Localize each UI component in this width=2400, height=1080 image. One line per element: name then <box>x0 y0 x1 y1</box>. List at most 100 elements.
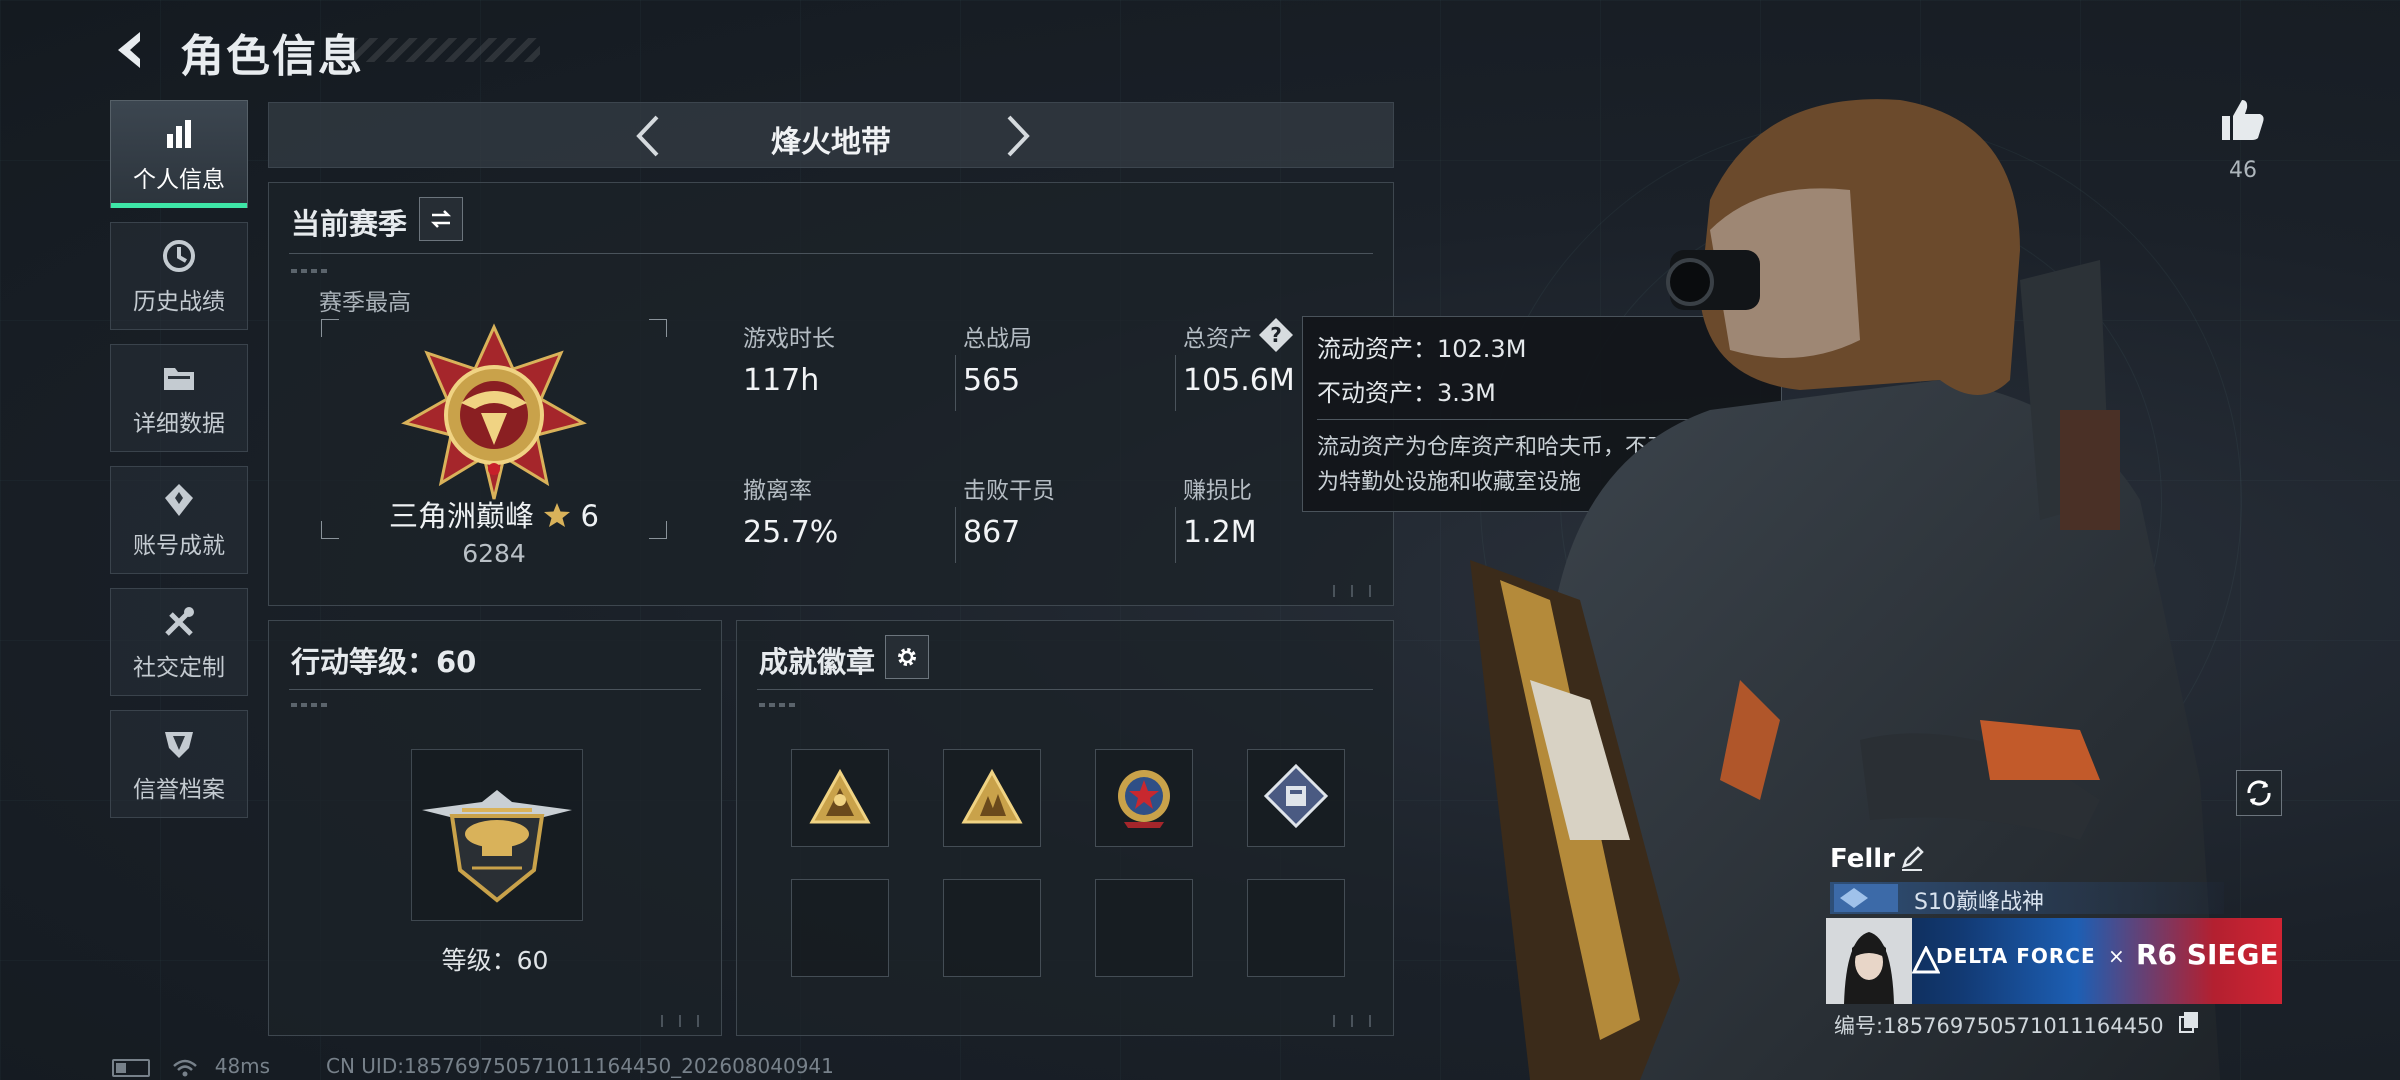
stat-operators-defeated: 击败干员 867 <box>963 471 1055 550</box>
badge-diamond-icon <box>1263 763 1329 829</box>
bar-chart-icon <box>167 120 191 148</box>
tick-deco <box>291 269 331 273</box>
level-panel: 行动等级：60 等级：60 <box>268 620 722 1036</box>
sidebar-item-label: 历史战绩 <box>133 289 225 315</box>
divider <box>955 507 956 563</box>
sidebar: 个人信息 历史战绩 详细数据 账号成就 社交定制 信誉档案 <box>110 100 250 832</box>
divider <box>289 689 701 690</box>
rank-stars: 6 <box>580 499 599 533</box>
tick-deco <box>759 703 799 707</box>
rank-name-text: 三角洲巅峰 <box>389 499 535 533</box>
divider <box>1175 355 1176 411</box>
like-count: 46 <box>2229 158 2257 183</box>
stat-play-time: 游戏时长 117h <box>743 319 835 398</box>
badge-slot-empty[interactable] <box>1095 879 1193 977</box>
card-brand-siege: R6 SIEGE <box>2136 938 2279 971</box>
title-emblem-icon <box>1834 884 1898 912</box>
corner-deco <box>655 1015 711 1027</box>
stat-label: 赚损比 <box>1183 478 1252 504</box>
divider <box>757 689 1373 690</box>
card-cross: × <box>2108 944 2125 968</box>
player-title-strip: S10巅峰战神 <box>1830 882 2224 915</box>
stat-total-matches: 总战局 565 <box>963 319 1032 398</box>
status-bar: 48ms <box>112 1054 270 1078</box>
achievement-icon <box>165 484 193 516</box>
rank-score: 6284 <box>462 539 526 568</box>
badge-triangle-team-icon <box>961 768 1023 824</box>
ping-value: 48ms <box>214 1054 271 1078</box>
player-id: 编号:185769750571011164450 <box>1834 1014 2164 1038</box>
sidebar-item-label: 详细数据 <box>133 411 225 437</box>
svg-text:?: ? <box>1270 323 1282 347</box>
copy-icon[interactable] <box>2178 1010 2200 1034</box>
divider <box>1175 507 1176 563</box>
badge-slot[interactable] <box>943 749 1041 847</box>
divider <box>289 253 1373 254</box>
stat-extraction-rate: 撤离率 25.7% <box>743 471 838 550</box>
refresh-button[interactable] <box>2236 770 2282 816</box>
season-switch-button[interactable] <box>419 197 463 241</box>
clock-icon <box>163 240 195 272</box>
uid-text: CN UID:185769750571011164450_20260804094… <box>326 1054 834 1078</box>
avatar[interactable] <box>1826 918 1912 1004</box>
help-icon[interactable]: ? <box>1258 317 1294 353</box>
tools-icon <box>165 607 194 636</box>
sidebar-item-label: 社交定制 <box>133 655 225 681</box>
battery-icon <box>112 1058 150 1077</box>
rank-emblem-icon <box>401 323 587 500</box>
card-brand-delta: DELTA FORCE <box>1936 944 2096 968</box>
level-emblem-icon <box>422 790 572 903</box>
badge-settings-button[interactable] <box>885 635 929 679</box>
season-panel: 当前赛季 赛季最高 三角洲巅峰 6 6284 游戏时长 117h 总战局 565… <box>268 182 1394 606</box>
badge-triangle-soldier-icon <box>809 768 871 824</box>
page-title: 角色信息 <box>180 31 364 82</box>
wifi-icon <box>173 1059 198 1076</box>
season-best-label: 赛季最高 <box>319 290 411 316</box>
sidebar-item-achievements[interactable]: 账号成就 <box>110 466 248 574</box>
badge-slot-empty[interactable] <box>791 879 889 977</box>
badge-star-medal-icon <box>1118 770 1170 828</box>
stat-label: 撤离率 <box>743 478 812 504</box>
player-name: Fellr <box>1830 844 1895 874</box>
rank-name: 三角洲巅峰 6 <box>269 493 719 535</box>
avatar-portrait-icon <box>1826 918 1912 1004</box>
sidebar-item-social[interactable]: 社交定制 <box>110 588 248 696</box>
corner-deco <box>1327 1015 1383 1027</box>
chevron-right-icon[interactable] <box>993 113 1039 159</box>
gear-icon <box>898 648 916 666</box>
badges-panel: 成就徽章 <box>736 620 1394 1036</box>
folder-icon <box>164 368 194 390</box>
badge-slot-empty[interactable] <box>1247 879 1345 977</box>
player-name-card[interactable]: DELTA FORCE × R6 SIEGE <box>1826 918 2282 1004</box>
stat-value: 25.7% <box>743 515 839 550</box>
title-stripe-deco <box>350 38 540 62</box>
star-icon <box>544 503 571 527</box>
thumbs-up-icon[interactable] <box>2218 94 2268 144</box>
tick-deco <box>291 703 331 707</box>
swap-icon <box>430 210 452 228</box>
sidebar-item-personal-info[interactable]: 个人信息 <box>110 100 248 208</box>
badge-slot-empty[interactable] <box>943 879 1041 977</box>
badge-slot[interactable] <box>791 749 889 847</box>
level-title: 行动等级：60 <box>291 645 477 679</box>
sidebar-item-detail-data[interactable]: 详细数据 <box>110 344 248 452</box>
badge-slot[interactable] <box>1247 749 1345 847</box>
sidebar-item-label: 账号成就 <box>133 533 225 559</box>
stat-label: 击败干员 <box>963 478 1055 504</box>
stat-value: 117h <box>743 363 820 398</box>
stat-label: 游戏时长 <box>743 326 835 352</box>
badges-title: 成就徽章 <box>759 645 876 679</box>
sidebar-item-history[interactable]: 历史战绩 <box>110 222 248 330</box>
stat-profit-loss: 赚损比 1.2M <box>1183 471 1257 550</box>
badge-slot[interactable] <box>1095 749 1193 847</box>
edit-icon[interactable] <box>1898 844 1926 872</box>
shield-icon <box>165 732 193 758</box>
corner-deco <box>1327 585 1383 597</box>
mode-selector: 烽火地带 <box>268 102 1394 168</box>
sidebar-item-reputation[interactable]: 信誉档案 <box>110 710 248 818</box>
refresh-icon <box>2247 780 2271 806</box>
stat-label: 总战局 <box>963 326 1032 352</box>
stat-value: 1.2M <box>1183 515 1257 550</box>
stat-value: 565 <box>963 363 1021 398</box>
back-arrow-icon[interactable] <box>108 26 156 74</box>
